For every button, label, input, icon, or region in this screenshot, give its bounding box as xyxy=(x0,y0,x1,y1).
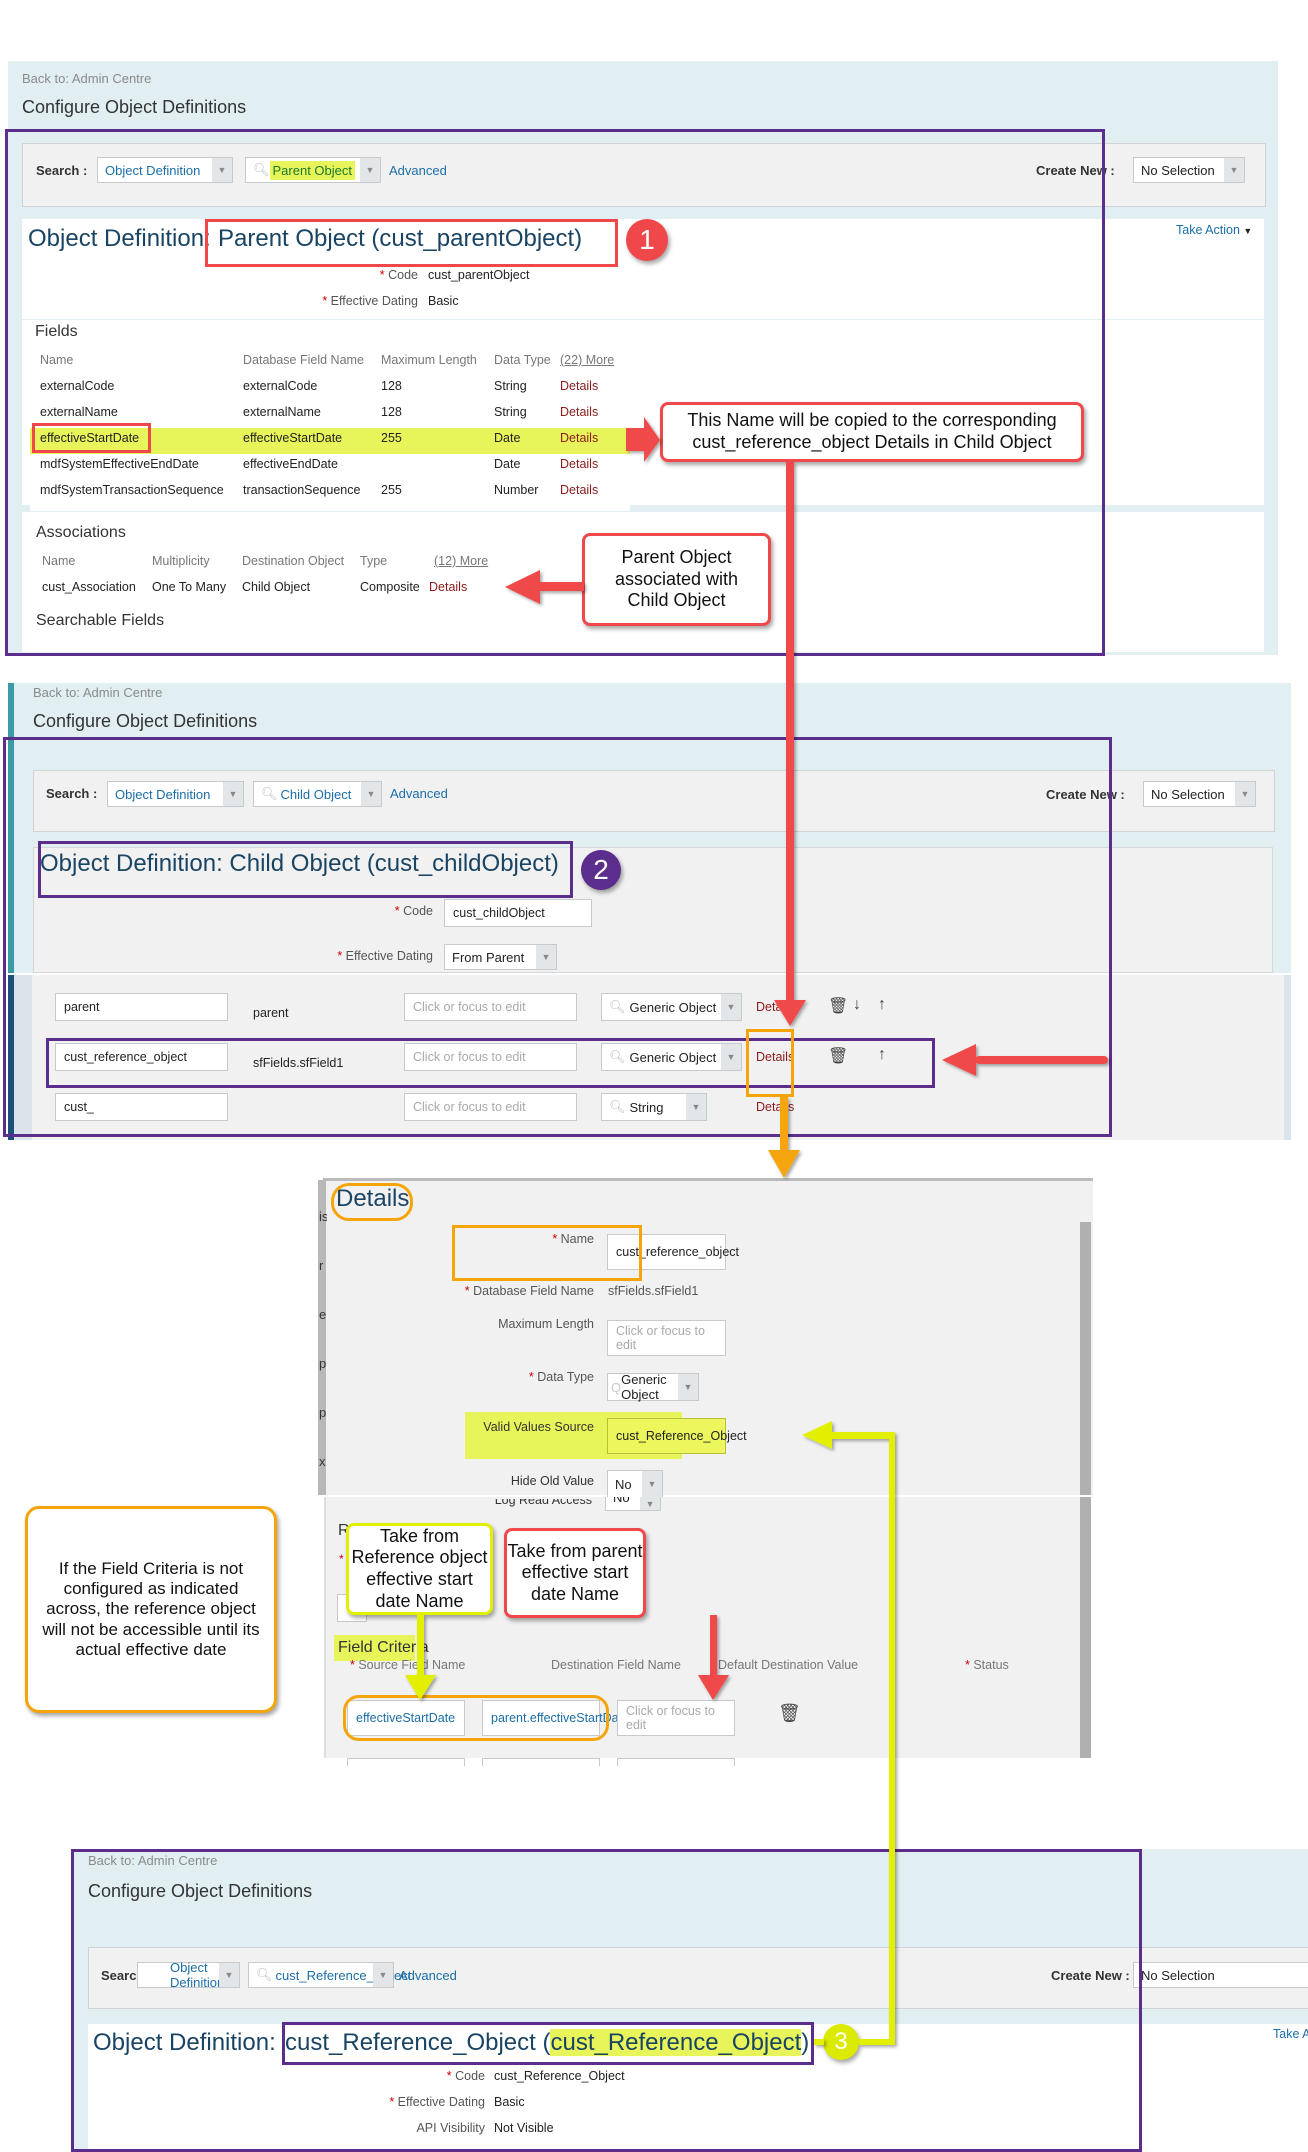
default-destination-input[interactable]: Click or focus to edit xyxy=(617,1700,735,1736)
details-link[interactable]: Details xyxy=(560,483,598,497)
chevron-down-icon: ▼ xyxy=(640,1497,660,1510)
cell-type: Date xyxy=(494,431,521,445)
column-header: Database Field Name xyxy=(243,353,364,367)
criteria-column-header: Default Destination Value xyxy=(718,1658,859,1672)
breadcrumb-back[interactable]: Back to: Admin Centre xyxy=(22,71,151,86)
cell-type: String xyxy=(494,405,527,419)
cell-name: mdfSystemTransactionSequence xyxy=(40,483,224,497)
log-read-select[interactable]: No ▼ xyxy=(605,1497,661,1511)
cell-type: Number xyxy=(494,483,539,497)
more-fields-link[interactable]: (22) More xyxy=(560,353,614,367)
cell-maxlen: 128 xyxy=(381,405,402,419)
hide-old-value-select[interactable]: No ▼ xyxy=(607,1470,663,1498)
cell-name: mdfSystemEffectiveEndDate xyxy=(40,457,199,471)
cell-db: transactionSequence xyxy=(243,483,361,497)
details-link[interactable]: Details xyxy=(560,431,598,445)
database-field-value: sfFields.sfField1 xyxy=(608,1284,699,1298)
rules-scrollbar[interactable] xyxy=(1080,1497,1091,1758)
highlight-box-panel3 xyxy=(71,1849,1142,2152)
create-new-value: No Selection xyxy=(1151,786,1225,802)
criteria-column-header: * Source Field Name xyxy=(350,1658,466,1672)
log-read-label: Log Read Access xyxy=(494,1499,592,1507)
caret-down-icon: ▼ xyxy=(1243,226,1253,236)
chevron-down-icon: ▼ xyxy=(1235,782,1255,806)
trash-icon[interactable]: 🗑︎ xyxy=(778,1703,801,1724)
criteria-column-header: Destination Field Name xyxy=(551,1658,681,1672)
criteria-column-header: * Status xyxy=(965,1658,1009,1672)
details-scrollbar[interactable] xyxy=(1080,1222,1091,1495)
column-header: Maximum Length xyxy=(381,353,477,367)
chevron-down-icon: ▼ xyxy=(678,1374,698,1400)
callout-association: Parent Object associated with Child Obje… xyxy=(582,533,771,626)
highlight-oval-criteria xyxy=(343,1695,609,1741)
valid-values-label: Valid Values Source xyxy=(483,1420,594,1434)
create-new-select[interactable]: No Selection ▼ xyxy=(1133,157,1245,183)
callout-reference-date: Take from Reference object effective sta… xyxy=(346,1523,493,1615)
field-criteria-title: Field Criteria xyxy=(338,1639,429,1656)
cell-db: externalName xyxy=(243,405,321,419)
take-action-menu[interactable]: Take Action ▼ xyxy=(1176,223,1252,237)
callout-warning: If the Field Criteria is not configured … xyxy=(25,1506,277,1713)
destination-field-input-empty[interactable] xyxy=(482,1758,600,1766)
highlight-box-details-link xyxy=(746,1029,794,1097)
cell-name: externalName xyxy=(40,405,118,419)
cell-name: externalCode xyxy=(40,379,115,393)
cell-db: externalCode xyxy=(243,379,318,393)
cell-maxlen: 255 xyxy=(381,431,402,445)
hide-old-value-label: Hide Old Value xyxy=(510,1474,594,1488)
create-new-select[interactable]: No Selection xyxy=(1133,1962,1308,1988)
details-link[interactable]: Details xyxy=(560,379,598,393)
highlight-box-panel1 xyxy=(5,129,1105,656)
page-title: Configure Object Definitions xyxy=(22,97,247,117)
breadcrumb-back[interactable]: Back to: Admin Centre xyxy=(33,685,162,700)
highlight-box-reference-row xyxy=(46,1038,935,1088)
chevron-down-icon: ▼ xyxy=(1224,158,1244,182)
cut-labels: is r e p p x xyxy=(319,1209,327,1469)
source-field-input-empty[interactable] xyxy=(347,1758,465,1766)
highlight-oval-details-title xyxy=(331,1183,413,1221)
cell-type: String xyxy=(494,379,527,393)
data-type-select[interactable]: Q Generic Object ▼ xyxy=(607,1372,699,1402)
page-title: Configure Object Definitions xyxy=(33,711,258,731)
cell-db: effectiveEndDate xyxy=(243,457,338,471)
database-field-label: * Database Field Name xyxy=(464,1284,594,1298)
create-new-select[interactable]: No Selection ▼ xyxy=(1143,781,1256,807)
details-link[interactable]: Details xyxy=(560,405,598,419)
data-type-label: * Data Type xyxy=(528,1370,594,1384)
create-new-value: No Selection xyxy=(1141,1967,1215,1983)
log-read-value: No xyxy=(613,1497,630,1505)
cell-db: effectiveStartDate xyxy=(243,431,343,445)
max-length-input[interactable]: Click or focus to edit xyxy=(607,1320,726,1356)
right-gutter xyxy=(1284,975,1291,1140)
take-action-menu[interactable]: Take Actic xyxy=(1273,2027,1308,2041)
chevron-down-icon: ▼ xyxy=(642,1471,662,1497)
callout-copy-name: This Name will be copied to the correspo… xyxy=(660,402,1084,462)
create-new-value: No Selection xyxy=(1141,162,1215,178)
required-marker: * xyxy=(339,1552,344,1566)
highlight-box-name xyxy=(452,1225,642,1281)
default-destination-input-empty[interactable] xyxy=(617,1758,735,1766)
take-action-label: Take Action xyxy=(1176,223,1240,237)
valid-values-input[interactable]: cust_Reference_Object xyxy=(607,1418,747,1454)
cell-maxlen: 255 xyxy=(381,483,402,497)
highlight-box-effective-start xyxy=(32,423,151,453)
cell-maxlen: 128 xyxy=(381,379,402,393)
column-header: Data Type xyxy=(494,353,551,367)
details-link[interactable]: Details xyxy=(560,457,598,471)
callout-parent-date: Take from parent effective start date Na… xyxy=(504,1528,646,1618)
max-length-label: Maximum Length xyxy=(498,1317,594,1331)
cell-type: Date xyxy=(494,457,521,471)
hide-old-value: No xyxy=(615,1476,632,1492)
search-icon: Q xyxy=(611,1379,622,1395)
column-header: Name xyxy=(40,353,74,367)
